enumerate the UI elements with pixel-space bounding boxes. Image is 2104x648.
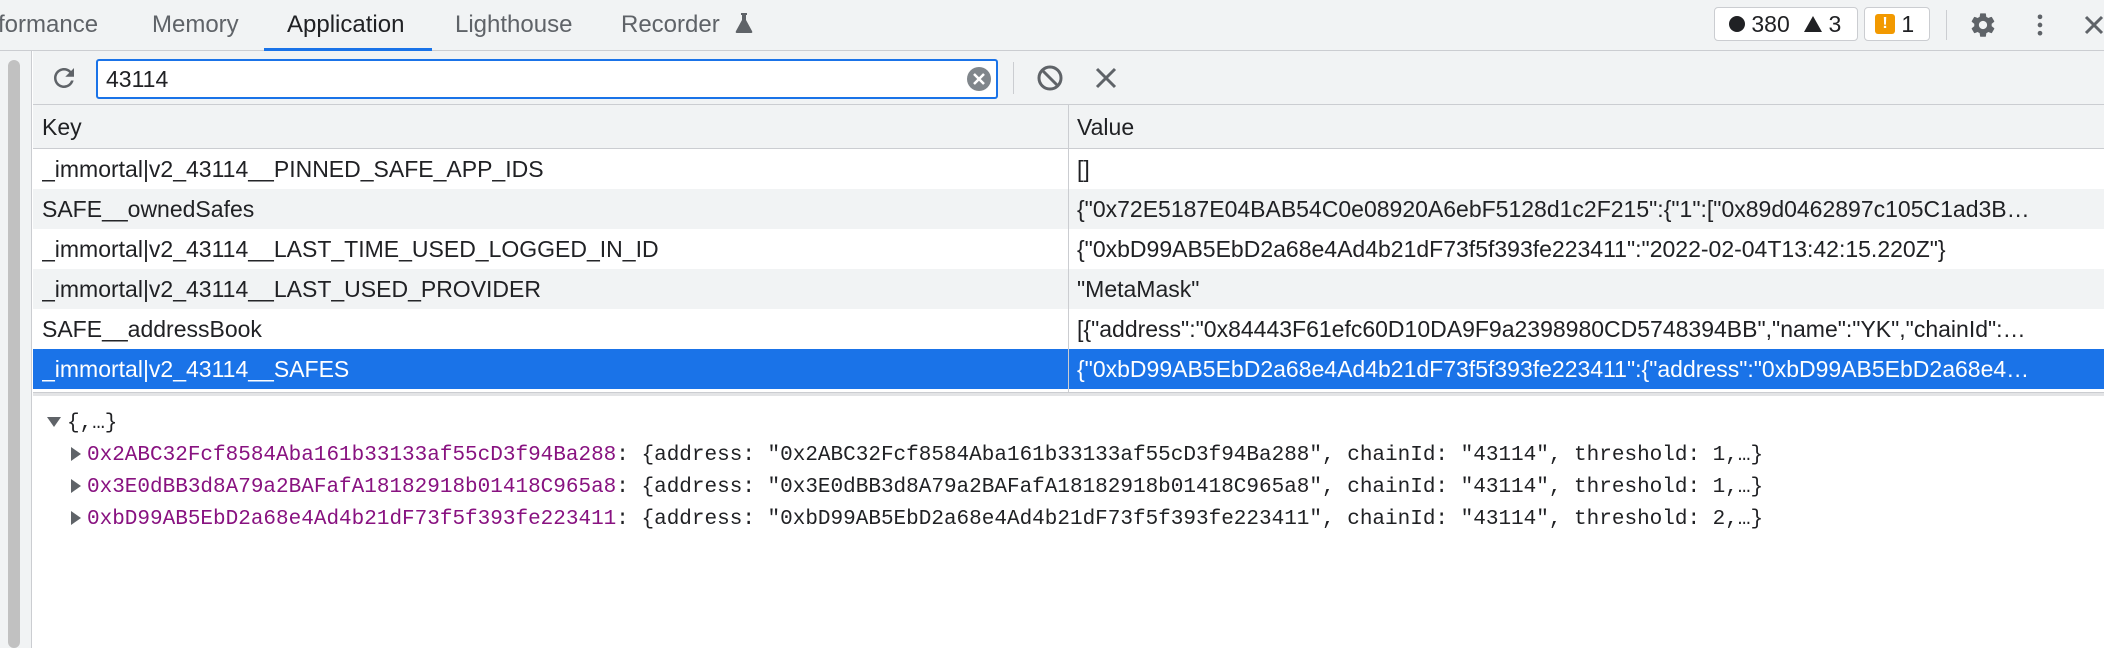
tab-memory[interactable]: Memory: [152, 0, 239, 50]
tree-item-summary: : {address: "0xbD99AB5EbD2a68e4Ad4b21dF7…: [616, 508, 1764, 531]
caret-right-icon: [71, 511, 81, 526]
warning-count: 3: [1828, 11, 1842, 37]
tree-item-summary: : {address: "0x3E0dBB3d8A79a2BAFafA18182…: [616, 476, 1764, 499]
tab-recorder[interactable]: Recorder: [621, 0, 754, 50]
tree-root[interactable]: {,…}: [47, 409, 117, 439]
row-key: _immortal|v2_43114__PINNED_SAFE_APP_IDS: [42, 156, 544, 182]
issue-count: 1: [1901, 11, 1915, 37]
column-header-key[interactable]: Key: [42, 105, 82, 149]
error-icon: [1729, 15, 1745, 32]
flask-icon: [736, 12, 753, 33]
tab-label: Recorder: [621, 11, 720, 38]
issues-counter[interactable]: ! 1: [1864, 7, 1930, 41]
caret-right-icon: [71, 479, 81, 494]
caret-down-icon: [47, 417, 61, 428]
close-icon[interactable]: [2082, 13, 2104, 37]
row-value: []: [1077, 156, 1090, 182]
row-key: _immortal|v2_43114__SAFES: [42, 356, 350, 382]
row-value: "MetaMask": [1077, 276, 1200, 302]
tree-item-key: 0x2ABC32Fcf8584Aba161b33133af55cD3f94Ba2…: [87, 444, 617, 467]
block-icon[interactable]: [1036, 64, 1064, 92]
column-header-value[interactable]: Value: [1077, 105, 1134, 149]
tab-lighthouse[interactable]: Lighthouse: [455, 0, 572, 50]
console-counters[interactable]: 380 3: [1714, 7, 1858, 41]
toolbar-divider: [1013, 62, 1014, 94]
error-count: 380: [1751, 11, 1790, 37]
refresh-icon[interactable]: [49, 63, 79, 93]
tab-label: Application: [287, 11, 405, 38]
clear-input-icon[interactable]: [966, 66, 992, 92]
row-value: {"0x72E5187E04BAB54C0e08920A6ebF5128d1c2…: [1077, 196, 2030, 222]
more-vertical-icon[interactable]: [2026, 11, 2054, 39]
tree-item-key: 0xbD99AB5EbD2a68e4Ad4b21dF73f5f393fe2234…: [87, 508, 617, 531]
tree-item[interactable]: 0x3E0dBB3d8A79a2BAFafA18182918b01418C965…: [71, 473, 1763, 503]
tab-label: formance: [0, 11, 99, 38]
row-value: {"0xbD99AB5EbD2a68e4Ad4b21dF73f5f393fe22…: [1077, 236, 1946, 262]
tab-label: Memory: [152, 11, 239, 38]
tree-item[interactable]: 0xbD99AB5EbD2a68e4Ad4b21dF73f5f393fe2234…: [71, 505, 1763, 535]
gear-icon[interactable]: [1969, 11, 1997, 39]
tree-item[interactable]: 0x2ABC32Fcf8584Aba161b33133af55cD3f94Ba2…: [71, 441, 1763, 471]
tree-item-summary: : {address: "0x2ABC32Fcf8584Aba161b33133…: [616, 444, 1764, 467]
filter-input[interactable]: [96, 59, 998, 99]
row-key: _immortal|v2_43114__LAST_USED_PROVIDER: [42, 276, 541, 302]
row-value: {"0xbD99AB5EbD2a68e4Ad4b21dF73f5f393fe22…: [1077, 356, 2030, 382]
column-divider[interactable]: [1068, 105, 1069, 393]
tree-item-key: 0x3E0dBB3d8A79a2BAFafA18182918b01418C965…: [87, 476, 617, 499]
row-key: _immortal|v2_43114__LAST_TIME_USED_LOGGE…: [42, 236, 659, 262]
issue-icon: !: [1875, 13, 1895, 34]
row-value: [{"address":"0x84443F61efc60D10DA9F9a239…: [1077, 316, 2026, 342]
tab-performance[interactable]: formance: [0, 0, 98, 50]
toolbar-divider: [1946, 10, 1947, 40]
row-key: SAFE__addressBook: [42, 316, 262, 342]
tree-root-label: {,…}: [67, 412, 118, 435]
tab-label: Lighthouse: [455, 11, 573, 38]
row-key: SAFE__ownedSafes: [42, 196, 255, 222]
value-preview: {,…} 0x2ABC32Fcf8584Aba161b33133af55cD3f…: [33, 396, 2104, 648]
tab-application[interactable]: Application: [287, 0, 404, 50]
left-scrollbar[interactable]: [8, 60, 20, 648]
devtools-tab-bar: formance Memory Application Lighthouse R…: [0, 0, 2104, 51]
delete-icon[interactable]: [1094, 66, 1118, 90]
warning-icon: [1804, 15, 1823, 32]
caret-right-icon: [71, 447, 81, 462]
